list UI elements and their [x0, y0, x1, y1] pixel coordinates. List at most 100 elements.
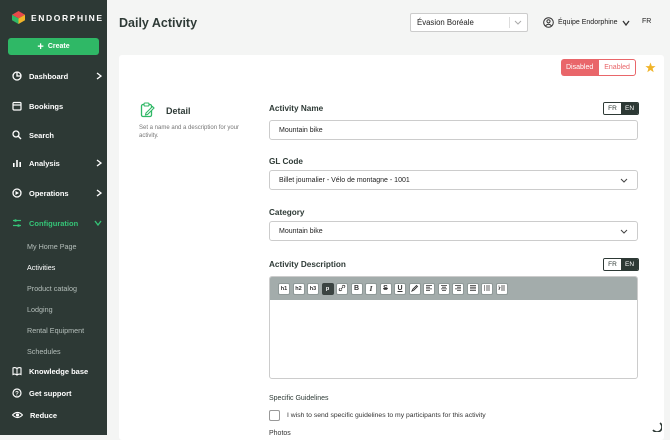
paragraph-button[interactable]: p: [321, 282, 334, 295]
calendar-icon: [12, 101, 22, 111]
disabled-option[interactable]: Disabled: [561, 59, 599, 76]
sidebar-subitem-product-catalog[interactable]: Product catalog: [27, 284, 77, 293]
sidebar-item-label: Get support: [29, 388, 72, 398]
chevron-right-icon: [96, 72, 102, 80]
category-value: Mountain bike: [279, 228, 323, 235]
book-icon: [12, 367, 22, 376]
detail-section-title: Detail: [166, 106, 191, 116]
bold-icon[interactable]: B: [350, 282, 363, 295]
sidebar-subitem-rental-equipment[interactable]: Rental Equipment: [27, 326, 84, 335]
sidebar-subitem-my-home-page[interactable]: My Home Page: [27, 242, 77, 251]
sidebar-subitem-activities[interactable]: Activities: [27, 263, 55, 272]
activity-card: [119, 55, 664, 440]
chevron-down-icon: [94, 220, 102, 226]
bar-chart-icon: [13, 160, 21, 167]
specific-guidelines-label: Specific Guidelines: [269, 395, 329, 402]
sidebar-item-label: Knowledge base: [29, 366, 89, 376]
select-divider: [509, 17, 510, 28]
sidebar-item-reduce[interactable]: Reduce: [12, 410, 102, 420]
heading3-button[interactable]: h3: [307, 282, 319, 295]
status-toggle[interactable]: Disabled Enabled: [561, 59, 636, 76]
operations-icon: [12, 188, 22, 198]
star-icon[interactable]: [645, 62, 656, 73]
sidebar-item-label: Configuration: [29, 218, 79, 228]
heading1-button[interactable]: h1: [278, 282, 290, 295]
category-select[interactable]: Mountain bike: [269, 221, 638, 241]
loading-spinner-icon: [652, 422, 662, 432]
category-label: Category: [269, 208, 305, 217]
sidebar-item-search[interactable]: Search: [12, 130, 102, 140]
create-label: Create: [47, 43, 70, 50]
dashboard-icon: [12, 71, 22, 81]
bullet-list-icon[interactable]: [481, 282, 493, 295]
lang-fr-option[interactable]: FR: [604, 259, 621, 270]
sidebar-item-label: Operations: [29, 188, 69, 198]
lang-en-option[interactable]: EN: [621, 259, 638, 270]
team-menu[interactable]: Équipe Endorphine: [543, 17, 630, 28]
align-justify-icon[interactable]: [466, 282, 479, 295]
sidebar-item-bookings[interactable]: Bookings: [12, 101, 102, 111]
sidebar-subitem-schedules[interactable]: Schedules: [27, 347, 61, 355]
description-language-switch[interactable]: FR EN: [603, 258, 639, 271]
photos-label: Photos: [269, 430, 291, 437]
sidebar-item-label: Analysis: [29, 158, 60, 168]
page-title: Daily Activity: [119, 16, 198, 30]
sidebar-item-knowledge-base[interactable]: Knowledge base: [12, 366, 102, 376]
lang-fr-option[interactable]: FR: [604, 103, 621, 114]
chevron-right-icon: [96, 189, 102, 197]
chevron-down-icon: [514, 20, 522, 25]
chevron-down-icon: [620, 229, 628, 234]
main-area: Daily Activity Évasion Boréale Équipe En…: [107, 0, 670, 440]
sidebar-item-analysis[interactable]: Analysis: [12, 158, 102, 168]
guidelines-checkbox-label: I wish to send specific guidelines to my…: [287, 412, 486, 419]
sidebar-item-label: Search: [29, 130, 55, 140]
highlight-icon[interactable]: [408, 282, 421, 295]
organization-select[interactable]: Évasion Boréale: [410, 13, 528, 32]
rich-text-editor[interactable]: h1 h2 h3 p B I S U: [269, 276, 638, 379]
sidebar-item-operations[interactable]: Operations: [12, 188, 102, 198]
align-right-icon[interactable]: [452, 282, 464, 295]
language-switch[interactable]: FR: [642, 18, 651, 25]
sliders-icon: [13, 219, 21, 227]
enabled-option[interactable]: Enabled: [598, 59, 636, 76]
gl-code-value: Billet journalier - Vélo de montagne - 1…: [279, 177, 410, 184]
team-name: Équipe Endorphine: [558, 19, 618, 26]
clipboard-edit-icon: [140, 102, 155, 118]
strikethrough-icon[interactable]: S: [379, 282, 392, 295]
search-icon: [12, 130, 22, 140]
align-left-icon[interactable]: [423, 282, 435, 295]
svg-text:?: ?: [15, 391, 19, 397]
user-circle-icon: [543, 17, 554, 28]
editor-toolbar: h1 h2 h3 p B I S U: [270, 277, 637, 300]
sidebar-item-configuration[interactable]: Configuration: [12, 218, 102, 228]
heading2-button[interactable]: h2: [292, 282, 305, 295]
sidebar-item-get-support[interactable]: ? Get support: [12, 388, 102, 398]
chevron-down-icon: [620, 178, 628, 183]
italic-icon[interactable]: I: [365, 282, 377, 295]
sidebar-subitem-lodging[interactable]: Lodging: [27, 305, 53, 314]
gl-code-select[interactable]: Billet journalier - Vélo de montagne - 1…: [269, 170, 638, 190]
align-center-icon[interactable]: [437, 282, 450, 295]
brand-name: ENDORPHINE: [31, 12, 104, 23]
brand-logo[interactable]: ENDORPHINE: [12, 11, 104, 24]
underline-icon[interactable]: U: [394, 282, 406, 295]
eye-icon: [12, 411, 23, 419]
lang-en-option[interactable]: EN: [621, 103, 638, 114]
link-icon[interactable]: [336, 282, 348, 295]
detail-section-description: Set a name and a description for your ac…: [139, 125, 240, 139]
sidebar-item-label: Reduce: [30, 410, 58, 420]
help-icon: ?: [12, 388, 22, 398]
activity-name-label: Activity Name: [269, 104, 324, 113]
guidelines-checkbox[interactable]: [269, 410, 280, 421]
sidebar-item-label: Dashboard: [29, 71, 69, 81]
chevron-right-icon: [96, 159, 102, 167]
numbered-list-icon[interactable]: [495, 282, 508, 295]
sidebar-item-label: Bookings: [29, 101, 64, 111]
create-button[interactable]: + Create: [8, 38, 99, 55]
activity-name-language-switch[interactable]: FR EN: [603, 102, 639, 115]
gl-code-label: GL Code: [269, 157, 303, 166]
endorphine-logo-icon: [12, 11, 25, 24]
sidebar-item-dashboard[interactable]: Dashboard: [12, 71, 102, 81]
plus-icon: +: [37, 40, 44, 53]
activity-name-input[interactable]: Mountain bike: [269, 120, 638, 140]
